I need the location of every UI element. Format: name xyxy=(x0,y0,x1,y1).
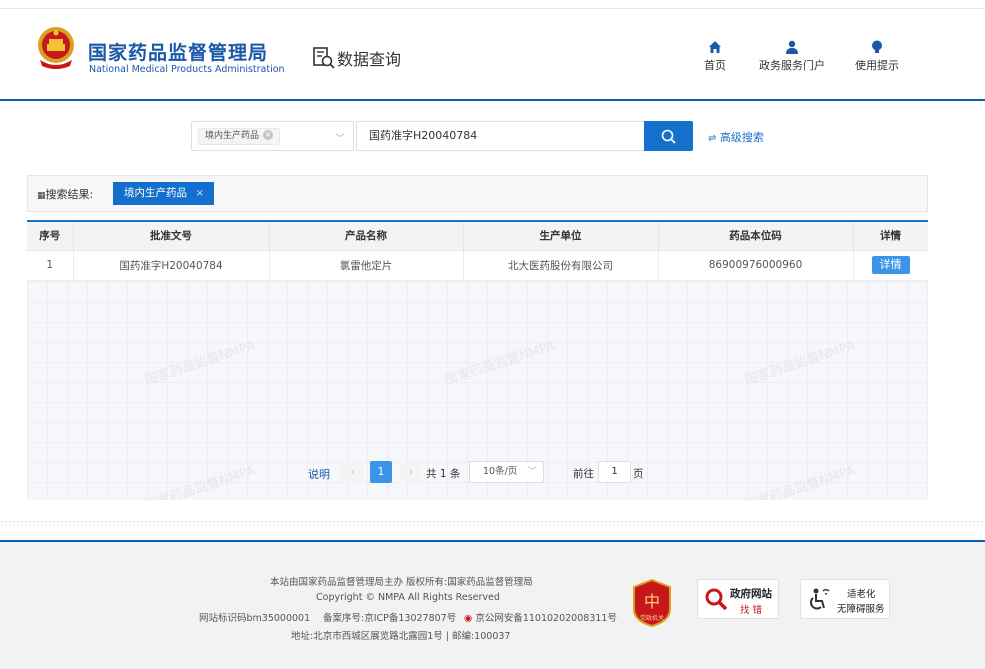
result-filter-tag-label: 境内生产药品 xyxy=(124,187,187,199)
footer-copyright: Copyright © NMPA All Rights Reserved xyxy=(316,592,500,603)
pagination-explain-link[interactable]: 说明 xyxy=(308,466,330,482)
col-header-product: 产品名称 xyxy=(269,222,464,251)
user-icon xyxy=(786,40,798,54)
badge-dzjg-label: 党政机关 xyxy=(640,614,664,622)
svg-text:中: 中 xyxy=(644,592,660,611)
page-suffix: 页 xyxy=(633,468,644,480)
footer-icp-link[interactable]: 备案序号:京ICP备13027807号 xyxy=(323,610,456,624)
filter-icon: ⇌ xyxy=(708,133,717,144)
detail-button[interactable]: 详情 xyxy=(871,256,910,274)
goto-label: 前往 xyxy=(573,468,594,480)
col-header-drug-code: 药品本位码 xyxy=(658,222,854,251)
magnifier-icon xyxy=(705,588,728,611)
result-label-wrap: ▦搜索结果: xyxy=(37,186,93,202)
pagination-total: 共 1 条 xyxy=(426,468,461,480)
footer-sponsor: 本站由国家药品监督管理局主办 版权所有:国家药品监督管理局 xyxy=(270,577,533,588)
police-badge-icon: ◉ xyxy=(464,613,473,624)
footer-police-link[interactable]: ◉ 京公网安备11010202008311号 xyxy=(464,610,617,624)
accessibility-service-badge[interactable]: 适老化 无障碍服务 xyxy=(800,579,890,619)
category-select[interactable]: 境内生产药品 × ﹀ xyxy=(191,121,354,151)
result-bar: ▦搜索结果: 境内生产药品 × xyxy=(27,175,928,212)
badge-access-sub: 无障碍服务 xyxy=(837,604,885,615)
cell-detail: 详情 xyxy=(853,250,928,281)
category-tag-label: 境内生产药品 xyxy=(205,131,260,141)
tag-remove-icon[interactable]: × xyxy=(263,130,274,140)
dotted-separator xyxy=(0,520,985,526)
search-icon xyxy=(661,129,676,144)
chevron-down-icon: ﹀ xyxy=(527,467,537,477)
footer-police-text: 京公网安备11010202008311号 xyxy=(475,613,617,624)
category-tag: 境内生产药品 × xyxy=(198,128,281,145)
cell-drug-code: 86900976000960 xyxy=(658,250,854,281)
table-row: 1 国药准字H20040784 氯雷他定片 北大医药股份有限公司 8690097… xyxy=(27,250,928,281)
search-button[interactable] xyxy=(644,121,693,151)
goto-page-input[interactable]: 1 xyxy=(598,461,631,483)
col-header-detail: 详情 xyxy=(853,222,928,251)
badge-access-title: 适老化 xyxy=(847,589,876,600)
nav-gov-portal[interactable]: 政务服务门户 xyxy=(759,40,825,73)
footer-address: 地址:北京市西城区展览路北露园1号 | 邮编:100037 xyxy=(291,631,511,642)
close-icon[interactable]: × xyxy=(196,182,204,205)
search-bar: 境内生产药品 × ﹀ 国药准字H20040784 xyxy=(191,121,694,151)
party-gov-org-badge[interactable]: 中 党政机关 xyxy=(632,579,672,627)
page-size-value: 10条/页 xyxy=(483,466,518,477)
result-filter-tag[interactable]: 境内生产药品 × xyxy=(113,182,214,205)
gov-site-error-report-badge[interactable]: 政府网站 找 错 xyxy=(697,579,779,619)
cell-product: 氯雷他定片 xyxy=(269,250,464,281)
chevron-down-icon: ﹀ xyxy=(335,134,345,145)
cell-index: 1 xyxy=(27,250,74,281)
site-footer: 本站由国家药品监督管理局主办 版权所有:国家药品监督管理局 Copyright … xyxy=(0,542,985,669)
next-page-button[interactable]: › xyxy=(400,461,422,483)
grid-icon: ▦ xyxy=(37,191,46,201)
page-size-select[interactable]: 10条/页 ﹀ xyxy=(469,461,544,483)
col-header-approval-no: 批准文号 xyxy=(73,222,270,251)
prev-page-button[interactable]: ‹ xyxy=(342,461,364,483)
org-name-cn: 国家药品监督管理局 xyxy=(88,42,269,64)
results-table: 序号 批准文号 产品名称 生产单位 药品本位码 详情 1 国药准字H200407… xyxy=(27,222,928,281)
badge-gov-title: 政府网站 xyxy=(730,588,772,600)
section-title: 数据查询 xyxy=(337,50,402,69)
header-border xyxy=(0,99,985,101)
page-number-current[interactable]: 1 xyxy=(370,461,392,483)
data-query-icon xyxy=(313,47,335,69)
cell-approval-no: 国药准字H20040784 xyxy=(73,250,270,281)
advanced-search-label: 高级搜索 xyxy=(719,131,764,144)
table-header-row: 序号 批准文号 产品名称 生产单位 药品本位码 详情 xyxy=(27,222,928,251)
nav-home-label: 首页 xyxy=(704,59,726,72)
search-input[interactable]: 国药准字H20040784 xyxy=(356,121,644,151)
home-icon xyxy=(709,41,721,53)
nav-gov-portal-label: 政务服务门户 xyxy=(759,59,825,72)
cell-manufacturer: 北大医药股份有限公司 xyxy=(463,250,659,281)
advanced-search-link[interactable]: ⇌ 高级搜索 xyxy=(708,129,764,145)
national-emblem-icon xyxy=(38,27,74,69)
footer-site-id: 网站标识码bm35000001 xyxy=(199,613,311,624)
accessibility-icon xyxy=(810,588,830,610)
bulb-icon xyxy=(872,40,882,53)
results-table-area: 国家药品监督NMPA 国家药品监督NMPA 国家药品监督NMPA 国家药品监督N… xyxy=(27,220,928,500)
col-header-manufacturer: 生产单位 xyxy=(463,222,659,251)
nav-usage-tips[interactable]: 使用提示 xyxy=(855,40,899,73)
col-header-index: 序号 xyxy=(27,222,74,251)
result-label: 搜索结果: xyxy=(45,188,94,201)
nav-home[interactable]: 首页 xyxy=(704,40,726,73)
nav-usage-tips-label: 使用提示 xyxy=(855,59,899,72)
org-name-en: National Medical Products Administration xyxy=(89,64,285,75)
badge-gov-sub: 找 错 xyxy=(740,605,763,616)
